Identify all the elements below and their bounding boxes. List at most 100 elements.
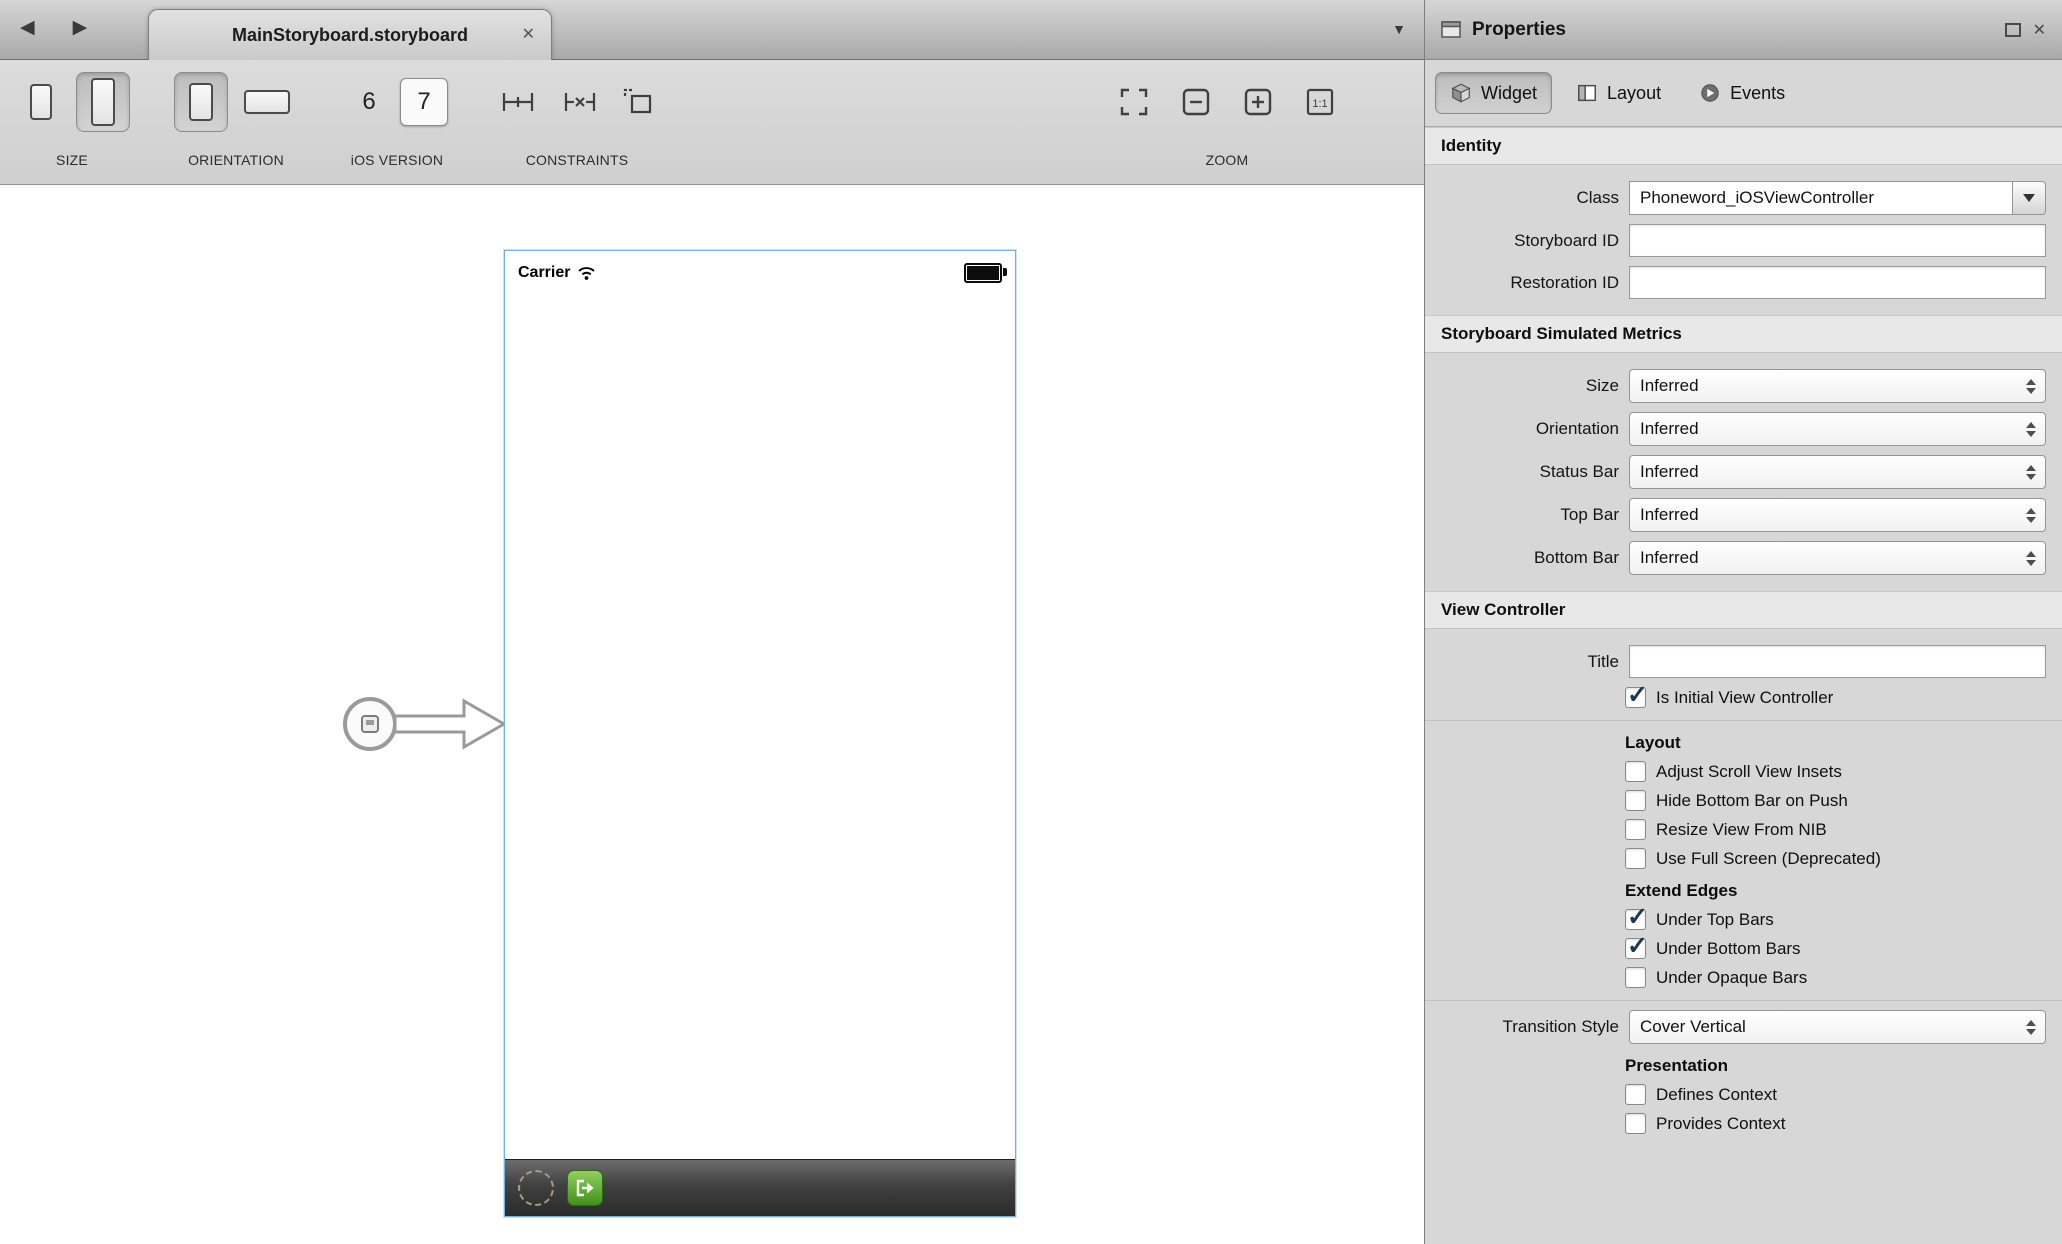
- defines-context-checkbox[interactable]: [1625, 1084, 1646, 1105]
- hide-bottom-bar-row: Hide Bottom Bar on Push: [1625, 790, 2046, 811]
- under-top-bars-row: Under Top Bars: [1625, 909, 2046, 930]
- size-value: Inferred: [1640, 376, 2026, 396]
- size-dropdown[interactable]: Inferred: [1629, 369, 2046, 403]
- tab-widget-label: Widget: [1481, 83, 1537, 104]
- status-bar-label: Status Bar: [1425, 462, 1629, 482]
- properties-tab-bar: Widget Layout Events: [1425, 60, 2062, 127]
- zoom-in-icon[interactable]: [1242, 86, 1274, 118]
- portrait-phone-icon: [189, 83, 213, 121]
- under-bottom-bars-row: Under Bottom Bars: [1625, 938, 2046, 959]
- tab-list-chevron-icon[interactable]: ▼: [1392, 21, 1406, 37]
- top-bar-dropdown[interactable]: Inferred: [1629, 498, 2046, 532]
- zoom-out-icon[interactable]: [1180, 86, 1212, 118]
- ios6-button[interactable]: 6: [346, 79, 392, 125]
- designer-toolbar: SIZE ORIENTATION 6 7 iOS VERSION: [0, 60, 1424, 185]
- orientation-label: Orientation: [1425, 419, 1629, 439]
- view-controller-canvas[interactable]: Carrier: [504, 250, 1016, 1217]
- under-opaque-bars-checkbox[interactable]: [1625, 967, 1646, 988]
- zoom-group-label: ZOOM: [1206, 152, 1249, 172]
- bottom-bar-dropdown[interactable]: Inferred: [1629, 541, 2046, 575]
- exit-segue-icon[interactable]: [567, 1170, 603, 1206]
- properties-panel: Properties ✕ Widget: [1424, 0, 2062, 1244]
- resize-view-nib-checkbox[interactable]: [1625, 819, 1646, 840]
- title-label: Title: [1425, 652, 1629, 672]
- layout-group-header: Layout: [1625, 733, 2046, 753]
- adjust-scroll-insets-checkbox[interactable]: [1625, 761, 1646, 782]
- ios7-button[interactable]: 7: [400, 78, 448, 126]
- view-controller-dock-icon[interactable]: [518, 1170, 554, 1206]
- simulated-status-bar: Carrier: [505, 251, 1015, 295]
- float-panel-icon[interactable]: [2005, 23, 2021, 37]
- storyboard-id-field[interactable]: [1629, 224, 2046, 257]
- zoom-to-fit-icon[interactable]: [1118, 86, 1150, 118]
- cube-icon: [1450, 82, 1472, 104]
- divider: [1425, 1000, 2062, 1001]
- orientation-value: Inferred: [1640, 419, 2026, 439]
- orientation-dropdown[interactable]: Inferred: [1629, 412, 2046, 446]
- under-opaque-bars-row: Under Opaque Bars: [1625, 967, 2046, 988]
- defines-context-row: Defines Context: [1625, 1084, 2046, 1105]
- phone-4-icon: [91, 78, 115, 126]
- hide-bottom-bar-label: Hide Bottom Bar on Push: [1656, 791, 1848, 811]
- stepper-icon: [2026, 508, 2036, 523]
- stepper-icon: [2026, 379, 2036, 394]
- svg-text:1:1: 1:1: [1312, 98, 1327, 110]
- edit-constraints-icon[interactable]: [622, 87, 656, 117]
- size-group: SIZE: [14, 70, 130, 172]
- status-bar-dropdown[interactable]: Inferred: [1629, 455, 2046, 489]
- size-group-label: SIZE: [56, 152, 88, 172]
- provides-context-checkbox[interactable]: [1625, 1113, 1646, 1134]
- landscape-phone-icon: [244, 90, 290, 114]
- carrier-label: Carrier: [518, 264, 570, 282]
- resize-view-nib-label: Resize View From NIB: [1656, 820, 1827, 840]
- design-surface[interactable]: Carrier: [0, 186, 1424, 1244]
- actual-size-icon[interactable]: 1:1: [1304, 86, 1336, 118]
- orientation-landscape-button[interactable]: [236, 72, 298, 132]
- is-initial-checkbox[interactable]: [1625, 687, 1646, 708]
- section-view-controller: View Controller: [1425, 591, 2062, 629]
- ios-version-group: 6 7 iOS VERSION: [346, 70, 448, 172]
- size-4-inch-button[interactable]: [76, 72, 130, 132]
- transition-style-dropdown[interactable]: Cover Vertical: [1629, 1010, 2046, 1044]
- wifi-icon: [577, 265, 596, 281]
- events-icon: [1699, 82, 1721, 104]
- tab-widget[interactable]: Widget: [1435, 72, 1552, 114]
- size-row: Size Inferred: [1425, 369, 2046, 403]
- back-button[interactable]: ◀: [20, 16, 35, 39]
- tab-layout[interactable]: Layout: [1562, 73, 1675, 113]
- tab-close-icon[interactable]: ✕: [522, 10, 535, 60]
- full-screen-checkbox[interactable]: [1625, 848, 1646, 869]
- battery-icon: [964, 263, 1002, 283]
- resize-view-nib-row: Resize View From NIB: [1625, 819, 2046, 840]
- constraints-group: CONSTRAINTS: [498, 70, 656, 172]
- class-combobox[interactable]: Phoneword_iOSViewController: [1629, 181, 2046, 215]
- bottom-bar-label: Bottom Bar: [1425, 548, 1629, 568]
- remove-constraint-icon[interactable]: [560, 87, 600, 117]
- orientation-portrait-button[interactable]: [174, 72, 228, 132]
- stepper-icon: [2026, 465, 2036, 480]
- tab-events[interactable]: Events: [1685, 73, 1799, 113]
- size-3-5-inch-button[interactable]: [14, 72, 68, 132]
- initial-view-controller-arrow[interactable]: [336, 688, 508, 760]
- constraints-group-label: CONSTRAINTS: [526, 152, 629, 172]
- status-bar-value: Inferred: [1640, 462, 2026, 482]
- top-bar-row: Top Bar Inferred: [1425, 498, 2046, 532]
- adjust-scroll-insets-row: Adjust Scroll View Insets: [1625, 761, 2046, 782]
- full-screen-label: Use Full Screen (Deprecated): [1656, 849, 1881, 869]
- forward-button[interactable]: ▶: [73, 16, 88, 39]
- storyboard-id-row: Storyboard ID: [1425, 224, 2046, 257]
- zoom-group: 1:1 ZOOM: [1118, 70, 1336, 172]
- close-panel-icon[interactable]: ✕: [2033, 20, 2046, 40]
- is-initial-row: Is Initial View Controller: [1625, 687, 2046, 708]
- transition-style-value: Cover Vertical: [1640, 1017, 2026, 1037]
- under-bottom-bars-checkbox[interactable]: [1625, 938, 1646, 959]
- class-dropdown-button[interactable]: [2012, 181, 2046, 215]
- restoration-id-field[interactable]: [1629, 266, 2046, 299]
- add-constraint-icon[interactable]: [498, 87, 538, 117]
- under-top-bars-checkbox[interactable]: [1625, 909, 1646, 930]
- restoration-id-label: Restoration ID: [1425, 273, 1629, 293]
- tab-mainstoryboard[interactable]: MainStoryboard.storyboard ✕: [148, 9, 552, 60]
- title-field[interactable]: [1629, 645, 2046, 678]
- size-label: Size: [1425, 376, 1629, 396]
- hide-bottom-bar-checkbox[interactable]: [1625, 790, 1646, 811]
